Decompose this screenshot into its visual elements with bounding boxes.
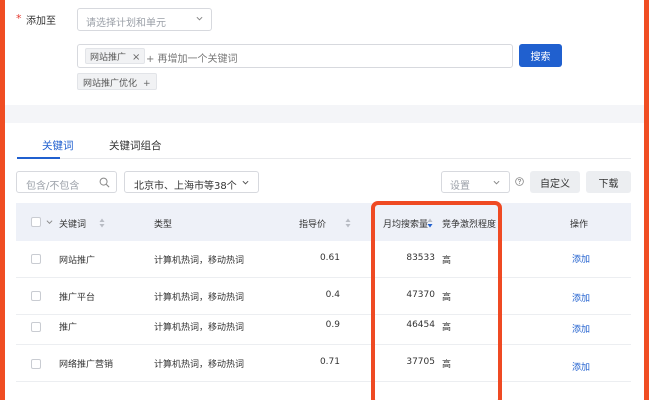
- table-header: 关键词 类型 指导价 月均搜索量 竞争激烈程度 操作: [16, 203, 631, 241]
- keyword-tag: 网站推广 ×: [85, 48, 146, 64]
- select-all-checkbox[interactable]: [31, 217, 41, 227]
- row-guide-price: 0.9: [325, 320, 340, 330]
- row-type: 计算机热词，移动热词: [154, 293, 245, 303]
- settings-placeholder: 设置: [450, 181, 470, 192]
- keyword-input-placeholder[interactable]: + 再增加一个关键词: [146, 50, 238, 65]
- settings-select[interactable]: 设置: [441, 171, 510, 193]
- row-keyword: 推广平台: [59, 293, 96, 303]
- column-header-type: 类型: [154, 220, 173, 230]
- add-link[interactable]: 添加: [572, 291, 590, 304]
- add-link[interactable]: 添加: [572, 322, 590, 335]
- plan-unit-select[interactable]: 请选择计划和单元: [77, 8, 212, 31]
- region-value: 北京市、上海市等38个: [134, 181, 237, 192]
- keyword-planner-panel: * 添加至 请选择计划和单元 网站推广 × + 再增加一个关键词 搜索 网站推广优…: [5, 0, 644, 400]
- table-row: 网站推广 计算机热词，移动热词 0.61 83533 高 添加: [16, 241, 631, 278]
- row-guide-price: 0.61: [319, 253, 340, 263]
- row-checkbox[interactable]: [31, 254, 41, 264]
- include-exclude-filter-input[interactable]: 包含/不包含: [16, 171, 117, 193]
- active-tab-indicator: [17, 157, 60, 159]
- row-checkbox[interactable]: [31, 359, 41, 369]
- chevron-down-icon[interactable]: [46, 219, 53, 225]
- keyword-tag-label: 网站推广: [90, 53, 127, 63]
- row-type: 计算机热词，移动热词: [154, 323, 245, 333]
- tab-keywords[interactable]: 关键词: [42, 138, 74, 153]
- sort-icon[interactable]: [99, 218, 105, 228]
- download-button[interactable]: 下载: [586, 171, 631, 193]
- filter-placeholder: 包含/不包含: [26, 181, 80, 192]
- row-keyword: 网络推广营销: [59, 360, 114, 370]
- add-link[interactable]: 添加: [572, 360, 590, 373]
- chevron-down-icon: [196, 16, 203, 21]
- section-divider: [5, 105, 644, 123]
- tab-keyword-combinations[interactable]: 关键词组合: [109, 138, 162, 153]
- table-row: 推广 计算机热词，移动热词 0.9 46454 高 添加: [16, 308, 631, 345]
- column-header-keyword: 关键词: [59, 220, 87, 230]
- column-header-guide-price: 指导价: [299, 220, 327, 230]
- add-link[interactable]: 添加: [572, 252, 590, 265]
- add-to-label: 添加至: [26, 16, 56, 27]
- column-header-action: 操作: [570, 220, 589, 230]
- suggestion-tag-label: 网站推广优化: [83, 79, 138, 89]
- row-checkbox[interactable]: [31, 322, 41, 332]
- chevron-down-icon: [242, 180, 249, 185]
- help-icon[interactable]: [515, 177, 524, 186]
- row-keyword: 推广: [59, 323, 78, 333]
- chevron-down-icon: [493, 180, 500, 185]
- search-icon: [99, 177, 110, 188]
- tab-bar: 关键词 关键词组合: [5, 123, 644, 159]
- row-keyword: 网站推广: [59, 256, 96, 266]
- customize-button[interactable]: 自定义: [530, 171, 580, 193]
- row-type: 计算机热词，移动热词: [154, 360, 245, 370]
- suggestion-tag[interactable]: 网站推广优化 +: [77, 73, 157, 90]
- row-guide-price: 0.71: [319, 357, 340, 367]
- close-icon[interactable]: ×: [132, 52, 140, 63]
- sort-icon[interactable]: [345, 218, 351, 228]
- plus-icon[interactable]: +: [143, 79, 151, 89]
- table-row: 网络推广营销 计算机热词，移动热词 0.71 37705 高 添加: [16, 345, 631, 382]
- keyword-input-box[interactable]: 网站推广 × + 再增加一个关键词: [77, 44, 513, 68]
- required-mark: *: [16, 12, 22, 25]
- search-button[interactable]: 搜索: [519, 44, 562, 67]
- plan-select-placeholder: 请选择计划和单元: [86, 18, 166, 29]
- highlight-annotation-box: [371, 201, 502, 400]
- tabs-divider: [17, 158, 631, 159]
- row-type: 计算机热词，移动热词: [154, 256, 245, 266]
- add-keyword-form: * 添加至 请选择计划和单元 网站推广 × + 再增加一个关键词 搜索 网站推广优…: [5, 0, 644, 105]
- row-checkbox[interactable]: [31, 291, 41, 301]
- region-select[interactable]: 北京市、上海市等38个: [124, 171, 259, 193]
- row-guide-price: 0.4: [325, 290, 340, 300]
